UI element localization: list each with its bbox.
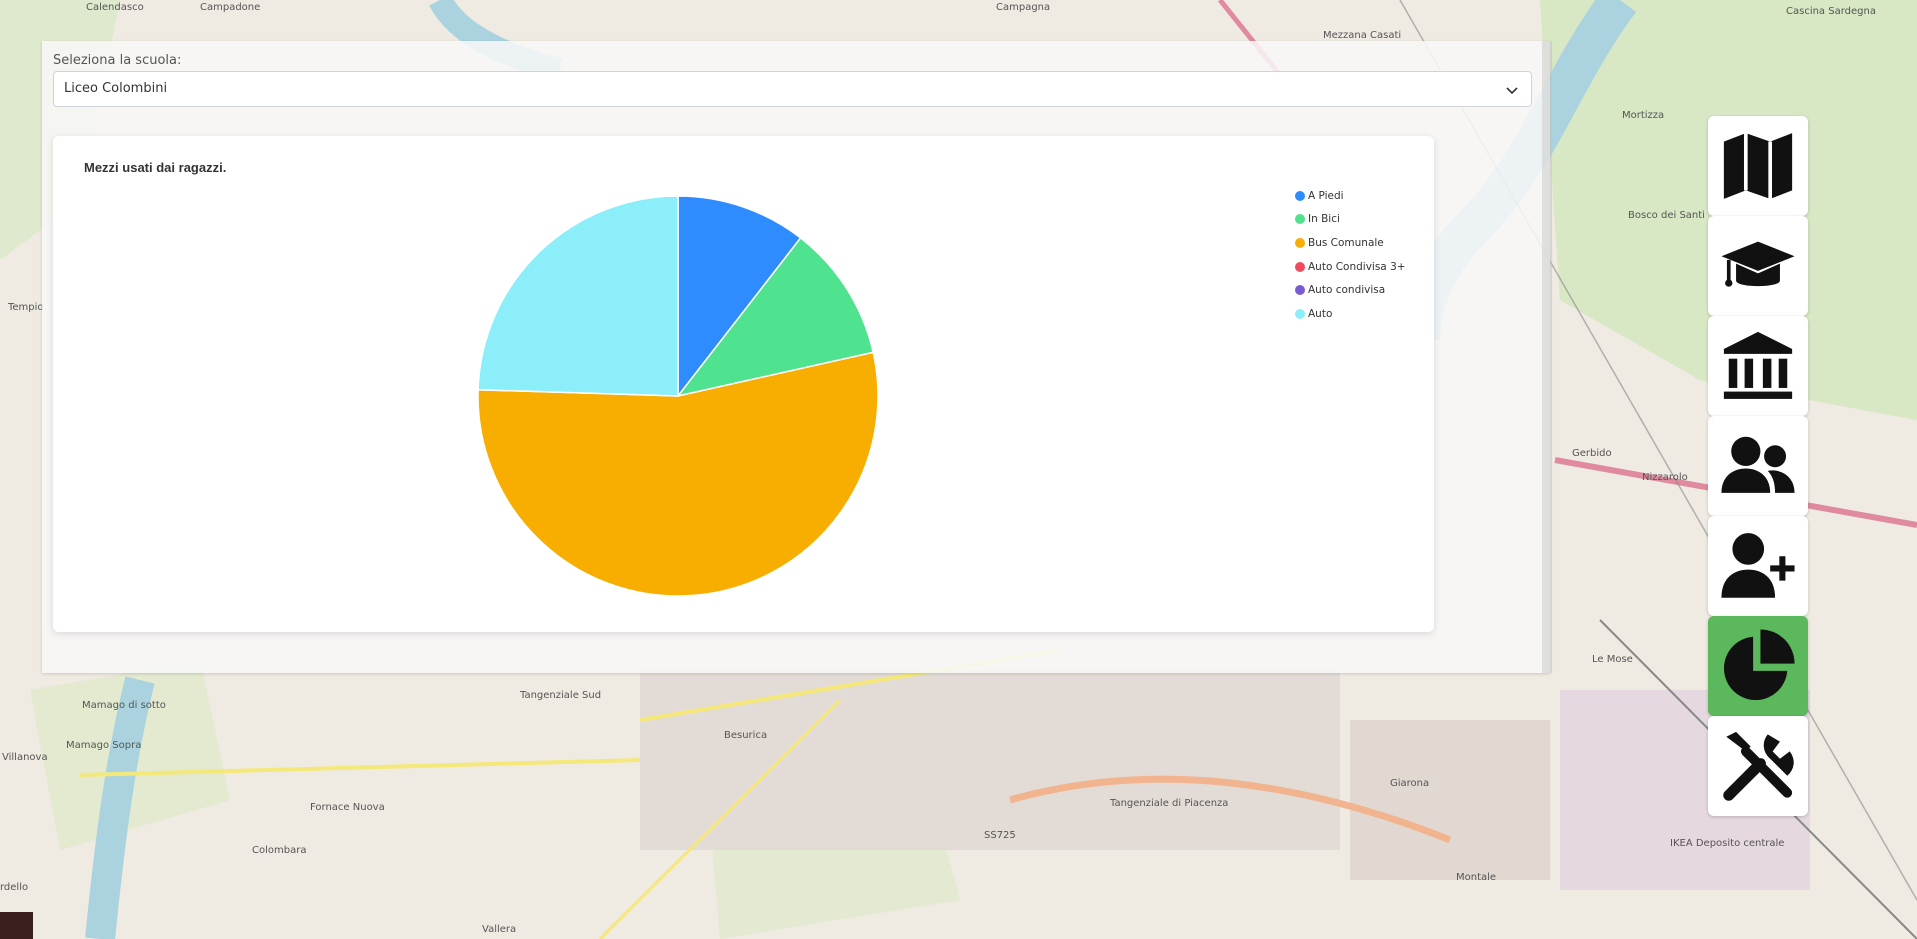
pie-chart-icon (1723, 629, 1795, 701)
map-label: Mortizza (1622, 110, 1665, 121)
legend-color-dot (1295, 308, 1305, 319)
map-icon (1723, 133, 1793, 199)
chart-legend: A Piedi In Bici Bus Comunale Auto Condivisa… (1295, 184, 1406, 326)
map-label: Cascina Sardegna (1786, 6, 1876, 17)
map-label: Fornace Nuova (310, 802, 385, 813)
legend-color-dot (1295, 261, 1305, 272)
map-label: Colombara (252, 845, 307, 856)
map-label: Gerbido (1572, 448, 1612, 459)
map-label: Montale (1456, 872, 1497, 883)
chevron-down-icon (1506, 87, 1518, 95)
map-label: Campadone (200, 2, 261, 13)
map-label: Mezzana Casati (1323, 30, 1402, 41)
map-label: Besurica (724, 730, 768, 741)
users-button[interactable] (1708, 416, 1808, 516)
map-label: Mamago di sotto (82, 700, 166, 711)
legend-item[interactable]: Auto condivisa (1295, 278, 1406, 302)
users-icon (1721, 436, 1795, 493)
legend-item[interactable]: Auto Condivisa 3+ (1295, 255, 1406, 279)
legend-color-dot (1295, 214, 1305, 225)
legend-label: Auto (1308, 307, 1333, 320)
school-select-label: Seleziona la scuola: (53, 53, 182, 68)
map-label: Nizzarolo (1642, 472, 1688, 483)
map-button[interactable] (1708, 116, 1808, 216)
map-label: Tempio (8, 302, 44, 313)
map-label: Villanova (2, 752, 48, 763)
graduation-cap-icon (1721, 241, 1795, 287)
map-label: Vallera (482, 924, 517, 935)
map-label: Tangenziale di Piacenza (1110, 798, 1229, 809)
schools-button[interactable] (1708, 216, 1808, 316)
legend-color-dot (1295, 237, 1305, 248)
tools-icon (1723, 731, 1794, 801)
legend-label: Bus Comunale (1308, 236, 1384, 249)
app-logo-icon (0, 912, 33, 939)
map-label: Bosco dei Santi (1628, 210, 1705, 221)
legend-label: In Bici (1308, 213, 1340, 226)
side-toolbar (1708, 116, 1808, 816)
legend-color-dot (1295, 285, 1305, 296)
map-label: IKEA Deposito centrale (1670, 838, 1785, 849)
map-label: Le Mose (1592, 654, 1633, 665)
school-select[interactable]: Liceo Colombini (53, 71, 1532, 107)
map-label: Tangenziale Sud (520, 690, 602, 701)
chart-card: Mezzi usati dai ragazzi. A Piedi In Bici B… (53, 136, 1434, 632)
map-label: rdello (0, 882, 29, 893)
user-plus-icon (1721, 533, 1795, 598)
institutions-button[interactable] (1708, 316, 1808, 416)
add-user-button[interactable] (1708, 516, 1808, 616)
legend-item[interactable]: Auto (1295, 302, 1406, 326)
legend-label: A Piedi (1308, 189, 1344, 202)
legend-item[interactable]: A Piedi (1295, 184, 1406, 208)
school-select-value: Liceo Colombini (64, 81, 168, 96)
settings-button[interactable] (1708, 716, 1808, 816)
statistics-button[interactable] (1708, 616, 1808, 716)
legend-label: Auto Condivisa 3+ (1308, 260, 1406, 273)
legend-item[interactable]: In Bici (1295, 208, 1406, 232)
pie-chart (477, 195, 879, 597)
legend-label: Auto condivisa (1308, 284, 1386, 297)
map-label: Mamago Sopra (66, 740, 142, 751)
map-label: Giarona (1390, 778, 1430, 789)
panel-scrollbar[interactable] (1542, 41, 1552, 673)
legend-item[interactable]: Bus Comunale (1295, 231, 1406, 255)
map-label: Campagna (996, 2, 1051, 13)
legend-color-dot (1295, 190, 1305, 201)
map-label: Calendasco (86, 2, 144, 13)
pie-slice-auto[interactable] (477, 195, 679, 397)
map-label: SS725 (984, 830, 1016, 841)
institution-icon (1723, 331, 1793, 399)
